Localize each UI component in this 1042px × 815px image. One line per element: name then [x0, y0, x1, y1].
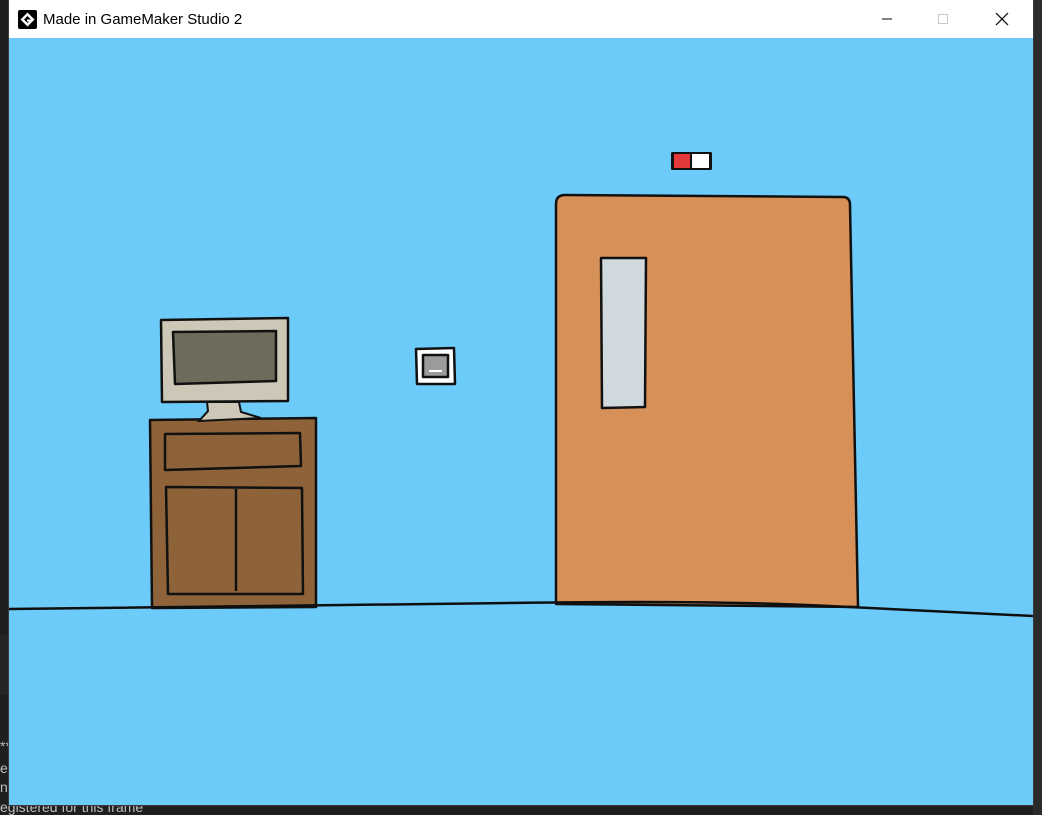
close-icon — [995, 12, 1009, 26]
door-icon[interactable] — [554, 193, 860, 609]
game-canvas[interactable] — [9, 38, 1033, 805]
minimize-icon — [881, 13, 893, 25]
background-panel-strip — [0, 635, 9, 695]
maximize-icon — [937, 13, 949, 25]
cabinet-icon[interactable] — [148, 416, 318, 610]
background-log-line: n — [0, 779, 8, 795]
gamemaker-icon — [18, 10, 37, 29]
background-editor-strip — [1033, 0, 1042, 815]
title-bar[interactable]: Made in GameMaker Studio 2 — [9, 0, 1033, 38]
game-window: Made in GameMaker Studio 2 — [9, 0, 1033, 805]
maximize-button[interactable] — [914, 0, 972, 38]
switch-icon[interactable] — [414, 346, 457, 386]
background-log-line: ** — [0, 738, 9, 754]
minimize-button[interactable] — [858, 0, 916, 38]
window-title: Made in GameMaker Studio 2 — [43, 11, 243, 28]
indicator-icon[interactable] — [671, 152, 712, 170]
close-button[interactable] — [973, 0, 1031, 38]
background-log-line: eg — [0, 760, 9, 776]
